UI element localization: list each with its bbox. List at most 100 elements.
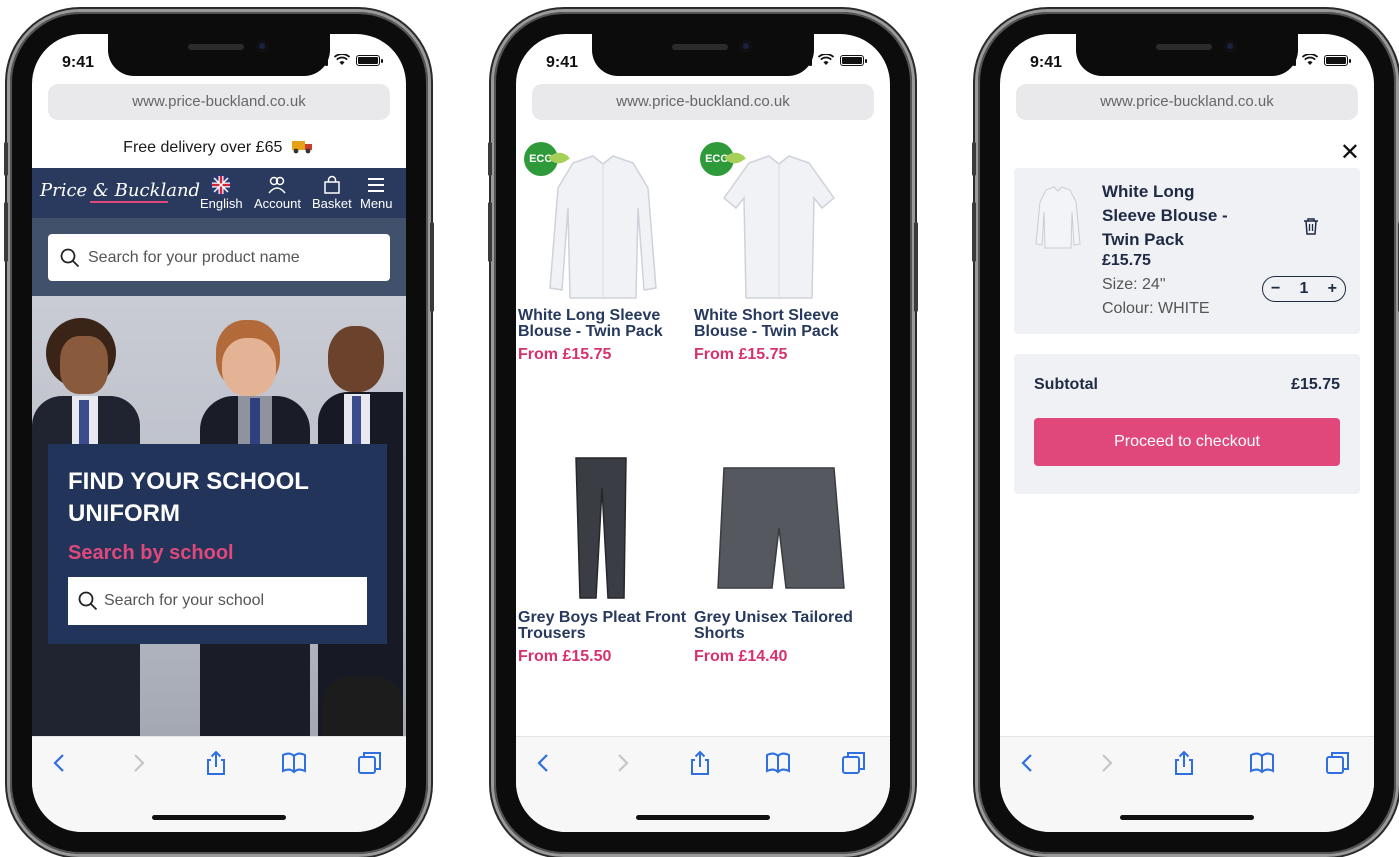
browser-toolbar — [1000, 736, 1374, 832]
short-sleeve-blouse-image — [722, 155, 836, 299]
menu-icon — [368, 178, 385, 192]
url-bar[interactable]: www.price-buckland.co.uk — [1016, 84, 1358, 120]
uk-flag-icon — [211, 175, 232, 195]
nav-menu-label: Menu — [360, 196, 393, 211]
share-icon[interactable] — [202, 749, 230, 777]
hero-banner: FIND YOUR SCHOOL UNIFORM Search by schoo… — [32, 296, 406, 736]
search-icon — [78, 591, 98, 611]
bookmarks-icon[interactable] — [280, 749, 308, 777]
status-time: 9:41 — [546, 54, 579, 71]
status-time: 9:41 — [1030, 54, 1063, 71]
product-price: From £15.75 — [694, 346, 788, 363]
nav-menu[interactable]: Menu — [360, 174, 393, 211]
product-search-box[interactable] — [48, 234, 390, 281]
forward-icon[interactable] — [1092, 749, 1120, 777]
subtotal-label: Subtotal — [1034, 376, 1098, 393]
product-card[interactable]: Grey Unisex Tailored Shorts From £14.40 — [694, 448, 864, 666]
browser-toolbar — [516, 736, 890, 832]
cart-item-name[interactable]: White Long Sleeve Blouse - Twin Pack — [1102, 180, 1252, 252]
long-sleeve-blouse-image — [549, 155, 657, 299]
screen-home: 9:41 www.price-buckland.co.uk Free deliv… — [32, 34, 406, 832]
back-icon[interactable] — [530, 749, 558, 777]
brand-logo[interactable]: Price & Buckland — [40, 180, 200, 201]
product-price: From £14.40 — [694, 648, 788, 665]
back-icon[interactable] — [46, 749, 74, 777]
tabs-icon[interactable] — [1324, 749, 1352, 777]
product-image: ECO — [694, 128, 864, 308]
increase-quantity-button[interactable]: + — [1328, 280, 1337, 298]
nav-account[interactable]: Account — [254, 174, 301, 211]
product-price: From £15.50 — [518, 648, 612, 665]
basket-icon — [324, 175, 340, 194]
battery-icon — [356, 54, 383, 66]
delivery-truck-icon — [291, 141, 312, 154]
home-indicator — [636, 815, 770, 820]
wifi-icon — [818, 54, 834, 65]
share-icon[interactable] — [686, 749, 714, 777]
product-grid: ECO White Long Sleeve Blouse - Twin Pack… — [516, 128, 890, 736]
product-name[interactable]: White Short Sleeve Blouse - Twin Pack — [694, 308, 864, 340]
battery-icon — [840, 54, 867, 66]
phone-frame-basket: 9:41 www.price-buckland.co.uk ✕ White Lo… — [972, 12, 1399, 854]
trash-icon[interactable] — [1302, 216, 1320, 236]
product-image — [518, 448, 688, 628]
tabs-icon[interactable] — [840, 749, 868, 777]
wifi-icon — [334, 54, 350, 65]
screen-basket: 9:41 www.price-buckland.co.uk ✕ White Lo… — [1000, 34, 1374, 832]
screen-products: 9:41 www.price-buckland.co.uk ECO White … — [516, 34, 890, 832]
browser-toolbar — [32, 736, 406, 832]
product-card[interactable]: ECO White Long Sleeve Blouse - Twin Pack… — [518, 128, 688, 364]
url-bar[interactable]: www.price-buckland.co.uk — [532, 84, 874, 120]
subtotal-value: £15.75 — [1291, 376, 1340, 393]
search-icon — [60, 248, 80, 267]
product-name[interactable]: White Long Sleeve Blouse - Twin Pack — [518, 308, 688, 340]
phone-frame-home: 9:41 www.price-buckland.co.uk Free deliv… — [4, 12, 434, 854]
back-icon[interactable] — [1014, 749, 1042, 777]
url-bar[interactable]: www.price-buckland.co.uk — [48, 84, 390, 120]
cart-item: White Long Sleeve Blouse - Twin Pack £15… — [1014, 168, 1360, 334]
bookmarks-icon[interactable] — [764, 749, 792, 777]
cart-item-size: Size: 24" — [1102, 276, 1166, 293]
logo-underline — [90, 201, 168, 203]
nav-basket-label: Basket — [312, 196, 352, 211]
forward-icon[interactable] — [124, 749, 152, 777]
product-image: ECO — [518, 128, 688, 308]
mini-basket: ✕ White Long Sleeve Blouse - Twin Pack £… — [1000, 128, 1374, 736]
product-card[interactable]: Grey Boys Pleat Front Trousers From £15.… — [518, 448, 688, 666]
nav-account-label: Account — [254, 196, 301, 211]
cart-item-colour: Colour: WHITE — [1102, 300, 1210, 317]
cart-item-price: £15.75 — [1102, 252, 1151, 269]
battery-icon — [1324, 54, 1351, 66]
decrease-quantity-button[interactable]: − — [1271, 280, 1280, 298]
share-icon[interactable] — [1170, 749, 1198, 777]
find-uniform-panel: FIND YOUR SCHOOL UNIFORM Search by schoo… — [48, 444, 387, 644]
quantity-value: 1 — [1299, 280, 1309, 297]
site-header: Price & Buckland English Account Basket … — [32, 168, 406, 218]
home-indicator — [152, 815, 286, 820]
school-search-input[interactable] — [104, 592, 344, 610]
wifi-icon — [1302, 54, 1318, 65]
nav-basket[interactable]: Basket — [312, 174, 352, 211]
forward-icon[interactable] — [608, 749, 636, 777]
nav-language[interactable]: English — [200, 174, 243, 211]
product-price: From £15.75 — [518, 346, 612, 363]
nav-language-label: English — [200, 196, 243, 211]
bookmarks-icon[interactable] — [1248, 749, 1276, 777]
close-icon[interactable]: ✕ — [1340, 138, 1360, 167]
product-search-panel — [32, 218, 406, 296]
basket-summary: Subtotal £15.75 Proceed to checkout — [1014, 354, 1360, 494]
cart-item-thumbnail — [1035, 186, 1081, 249]
find-uniform-title: FIND YOUR SCHOOL UNIFORM — [68, 468, 309, 527]
trousers-image — [575, 457, 627, 599]
shorts-image — [717, 467, 845, 589]
proceed-to-checkout-button[interactable]: Proceed to checkout — [1034, 418, 1340, 466]
product-image — [694, 448, 864, 628]
account-icon — [268, 176, 287, 194]
tabs-icon[interactable] — [356, 749, 384, 777]
status-time: 9:41 — [62, 54, 95, 71]
product-card[interactable]: ECO White Short Sleeve Blouse - Twin Pac… — [694, 128, 864, 364]
product-search-input[interactable] — [88, 248, 338, 267]
school-search-box[interactable] — [68, 577, 367, 625]
phone-frame-products: 9:41 www.price-buckland.co.uk ECO White … — [488, 12, 918, 854]
search-by-school-heading: Search by school — [68, 542, 234, 564]
